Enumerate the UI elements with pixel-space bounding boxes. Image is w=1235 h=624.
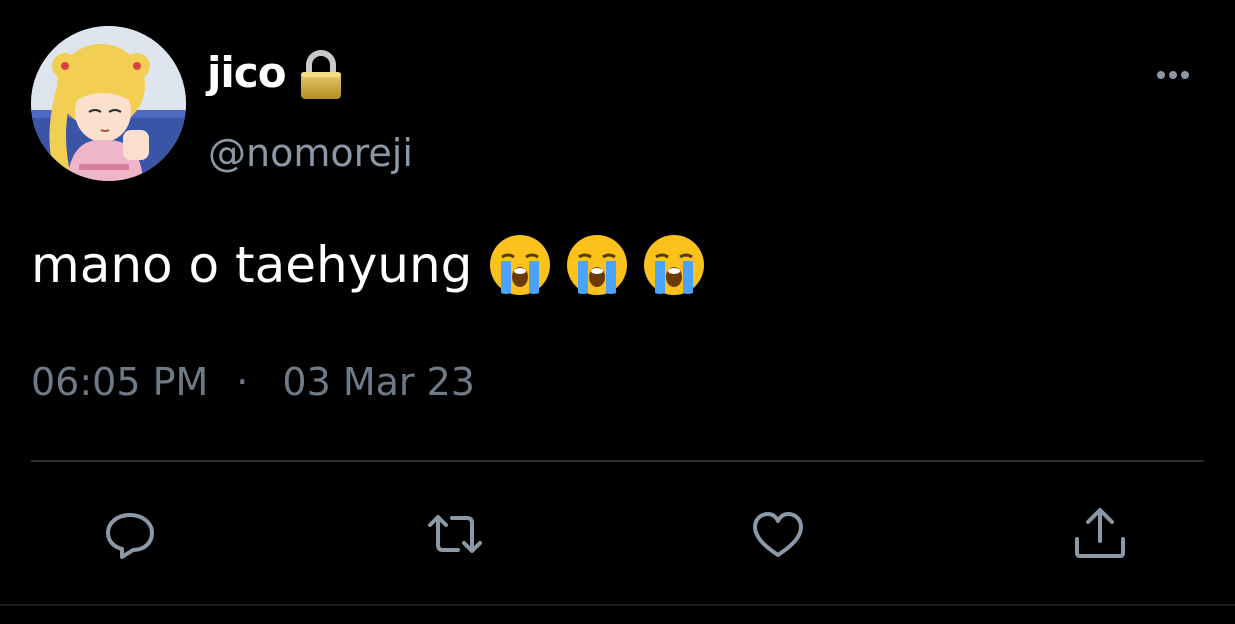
loudly-crying-face-icon <box>490 235 551 295</box>
share-icon <box>1075 508 1125 558</box>
avatar[interactable] <box>31 26 186 181</box>
display-name[interactable]: jico <box>207 48 287 98</box>
tweet-metadata: 06:05 PM · 03 Mar 23 <box>31 357 475 407</box>
lock-icon <box>301 50 341 99</box>
divider <box>31 460 1204 462</box>
tweet-date: 03 Mar 23 <box>282 360 475 404</box>
tweet-time: 06:05 PM <box>31 360 209 404</box>
emoji-row <box>488 233 706 297</box>
retweet-icon <box>428 515 482 553</box>
like-button[interactable] <box>749 505 807 563</box>
avatar-illustration-icon <box>31 26 186 181</box>
share-button[interactable] <box>1071 505 1129 563</box>
retweet-button[interactable] <box>426 505 484 563</box>
reply-icon <box>106 513 154 559</box>
loudly-crying-face-icon <box>567 235 628 295</box>
like-icon <box>753 512 803 557</box>
loudly-crying-face-icon <box>644 235 705 295</box>
tweet-text-content: mano o taehyung <box>31 236 473 294</box>
bottom-divider <box>0 604 1235 606</box>
tweet-text: mano o taehyung <box>31 232 706 298</box>
more-horizontal-icon[interactable] <box>1148 58 1198 92</box>
handle[interactable]: @nomoreji <box>208 130 413 176</box>
reply-button[interactable] <box>101 505 159 563</box>
meta-separator: · <box>236 360 249 404</box>
